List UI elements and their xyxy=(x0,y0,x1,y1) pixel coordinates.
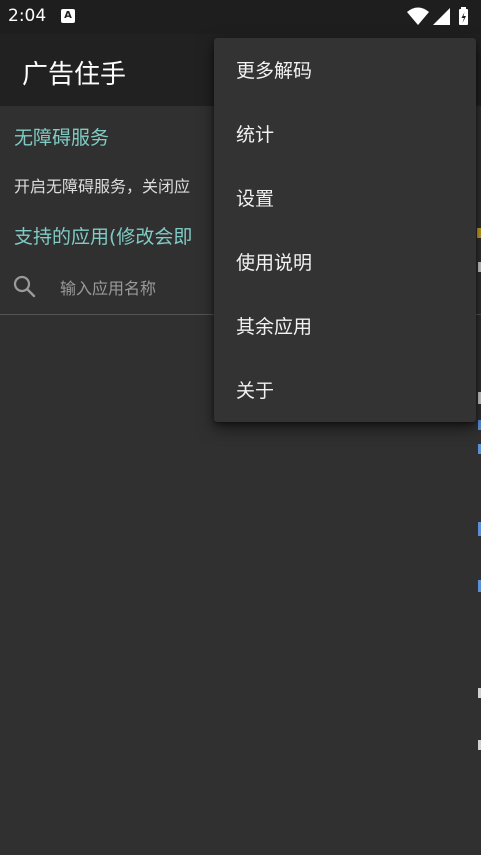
menu-item-more-decode[interactable]: 更多解码 xyxy=(214,38,476,102)
menu-item-settings[interactable]: 设置 xyxy=(214,166,476,230)
app-title: 广告住手 xyxy=(22,60,127,90)
notification-app-icon-letter: A xyxy=(64,10,72,21)
status-bar: 2:04 A xyxy=(0,0,481,34)
search-icon xyxy=(13,275,36,298)
accessibility-service-description: 开启无障碍服务，关闭应 xyxy=(14,177,191,196)
battery-icon xyxy=(459,7,468,25)
supported-apps-title: 支持的应用(修改会即 xyxy=(14,226,193,248)
menu-item-label: 设置 xyxy=(236,188,275,210)
wifi-icon xyxy=(407,7,429,25)
cell-signal-icon xyxy=(433,8,450,25)
menu-item-label: 使用说明 xyxy=(236,252,313,274)
menu-item-label: 关于 xyxy=(236,380,275,402)
menu-item-label: 更多解码 xyxy=(236,60,313,82)
background-edge-sliver xyxy=(477,228,481,238)
menu-item-other-apps[interactable]: 其余应用 xyxy=(214,294,476,358)
notification-app-icon: A xyxy=(61,9,75,23)
status-icons xyxy=(407,7,468,25)
overflow-menu: 更多解码 统计 设置 使用说明 其余应用 关于 xyxy=(214,38,476,422)
menu-item-label: 统计 xyxy=(236,124,275,146)
menu-item-about[interactable]: 关于 xyxy=(214,358,476,422)
menu-item-label: 其余应用 xyxy=(236,316,313,338)
menu-item-instructions[interactable]: 使用说明 xyxy=(214,230,476,294)
menu-item-statistics[interactable]: 统计 xyxy=(214,102,476,166)
status-time: 2:04 xyxy=(8,6,47,26)
accessibility-service-title[interactable]: 无障碍服务 xyxy=(14,123,109,150)
